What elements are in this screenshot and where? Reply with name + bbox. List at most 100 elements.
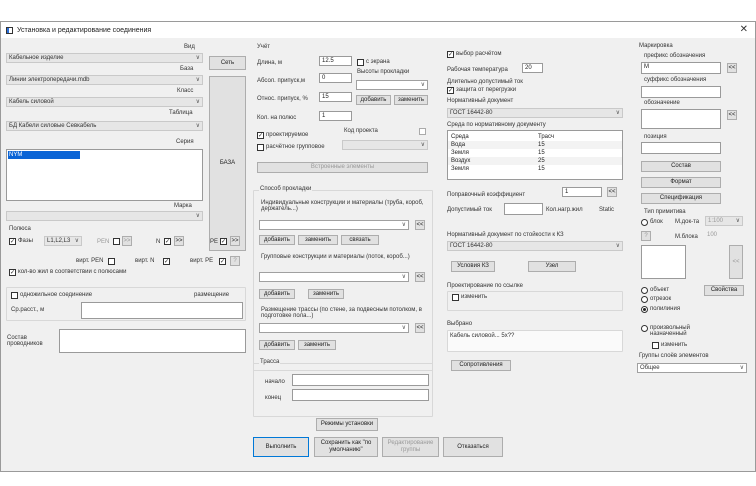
pen-checkbox[interactable]: [113, 238, 120, 245]
group-change-button[interactable]: заменить: [308, 289, 344, 299]
polyline-radio[interactable]: [641, 306, 648, 313]
embedded-elements-button[interactable]: Встроенные элементы: [257, 162, 428, 173]
proekt-checkbox[interactable]: ✓: [257, 132, 264, 139]
konec-input[interactable]: [292, 389, 429, 401]
sostav-button[interactable]: Состав: [641, 161, 721, 172]
suffix-label: суффикс обозначения: [644, 77, 707, 83]
layers-select[interactable]: Общее: [637, 363, 747, 373]
razm-change-button[interactable]: заменить: [298, 340, 336, 350]
virt-pe-checkbox[interactable]: ✓: [219, 258, 226, 265]
vysoty-select[interactable]: [356, 80, 428, 90]
virt-n-checkbox[interactable]: ✓: [163, 258, 170, 265]
abs-input[interactable]: 0: [319, 73, 352, 83]
group-add-button[interactable]: добавить: [259, 289, 295, 299]
usl-kz-button[interactable]: Условия КЗ: [451, 261, 495, 272]
rab-temp-input[interactable]: 20: [522, 63, 543, 73]
single-core-checkbox[interactable]: [11, 292, 18, 299]
preview-chevron-button[interactable]: <<: [729, 245, 743, 279]
kod-select[interactable]: [342, 140, 428, 150]
popr-input[interactable]: 1: [562, 187, 602, 197]
soprot-button[interactable]: Сопротивления: [451, 360, 511, 371]
indiv-select[interactable]: [259, 220, 409, 230]
vid-select[interactable]: Кабельное изделие: [6, 53, 203, 63]
close-icon[interactable]: ✕: [740, 24, 748, 35]
table-select[interactable]: БД Кабели силовые Севкабель: [6, 121, 203, 131]
n-checkbox[interactable]: ✓: [164, 238, 171, 245]
indiv-add-button[interactable]: добавить: [259, 235, 295, 245]
vysoty-change-button[interactable]: заменить: [394, 95, 428, 105]
m-doc-select[interactable]: 1:100: [705, 216, 743, 226]
vysoty-add-button[interactable]: добавить: [356, 95, 391, 105]
virt-pen-checkbox[interactable]: [108, 258, 115, 265]
kz-select[interactable]: ГОСТ 16442-80: [447, 241, 623, 251]
klass-select[interactable]: Кабель силовой: [6, 97, 203, 107]
table-row[interactable]: Вода 15: [448, 141, 622, 149]
baza-select[interactable]: Линии электропередачи.mdb: [6, 75, 203, 85]
oboz-chevron-button[interactable]: <<: [727, 110, 737, 120]
pe-checkbox[interactable]: ✓: [220, 238, 227, 245]
pe-button[interactable]: >>: [230, 236, 240, 246]
prefix-chevron-button[interactable]: <<: [727, 63, 737, 73]
env-table[interactable]: Среда Трасч Вода 15 Земля 15 Воздух 25 Земл…: [447, 130, 623, 180]
otrezok-radio[interactable]: [641, 296, 648, 303]
group-chevron-button[interactable]: <<: [415, 272, 425, 282]
table-row[interactable]: Земля 15: [448, 149, 622, 157]
proizv-radio[interactable]: [641, 325, 648, 332]
phases-select[interactable]: L1,L2,L3: [44, 236, 82, 246]
izmenit-checkbox[interactable]: [452, 294, 459, 301]
seriya-item-selected[interactable]: NYM: [8, 151, 80, 159]
edit-group-button[interactable]: Редактирование группы: [382, 437, 439, 457]
otn-label: Относ. припуск, %: [257, 96, 308, 102]
far-izmenit-checkbox[interactable]: [652, 342, 659, 349]
suffix-input[interactable]: [641, 86, 721, 98]
razm-add-button[interactable]: добавить: [259, 340, 295, 350]
virt-pe-button[interactable]: ?: [230, 256, 240, 266]
format-button[interactable]: Формат: [641, 177, 721, 188]
razm-select[interactable]: [259, 323, 409, 333]
table-row[interactable]: Земля 15: [448, 165, 622, 173]
phases-checkbox[interactable]: ✓: [9, 238, 16, 245]
save-default-button[interactable]: Сохранить как "по умолчанию": [314, 437, 378, 457]
placement-field[interactable]: [81, 302, 243, 319]
group-select[interactable]: [259, 272, 409, 282]
pen-button[interactable]: >>: [122, 236, 132, 246]
marka-field[interactable]: [6, 211, 203, 221]
norm-select[interactable]: ГОСТ 16442-80: [447, 108, 623, 118]
sostav-field[interactable]: [59, 329, 246, 353]
kol-input[interactable]: 1: [319, 111, 352, 121]
kol-nagr-label: Кол.нагр.жил: [546, 207, 583, 213]
dialog-window: Установка и редактирование соединения ✕ …: [0, 21, 756, 472]
nachalo-input[interactable]: [292, 374, 429, 386]
seriya-list[interactable]: NYM: [6, 149, 203, 201]
run-button[interactable]: Выполнить: [253, 437, 309, 457]
razm-chevron-button[interactable]: <<: [415, 323, 425, 333]
uzel-button[interactable]: Узел: [528, 261, 576, 272]
kolvo-checkbox[interactable]: ✓: [9, 269, 16, 276]
indiv-change-button[interactable]: заменить: [298, 235, 338, 245]
set-button[interactable]: Сеть: [209, 56, 246, 70]
blok-radio[interactable]: [641, 219, 648, 226]
obekt-radio[interactable]: [641, 287, 648, 294]
prefix-input[interactable]: М: [641, 62, 721, 74]
baza-button[interactable]: БАЗА: [209, 76, 246, 251]
indiv-link-button[interactable]: связать: [341, 235, 379, 245]
svoistva-button[interactable]: Свойства: [704, 285, 744, 296]
otn-input[interactable]: 15: [319, 92, 352, 102]
s-ekrana-checkbox[interactable]: [357, 59, 364, 66]
popr-chevron-button[interactable]: <<: [607, 187, 617, 197]
spec-button[interactable]: Спецификация: [641, 193, 721, 204]
oboz-input[interactable]: [641, 109, 721, 129]
n-button[interactable]: >>: [174, 236, 184, 246]
kod-checkbox[interactable]: [419, 128, 426, 135]
raschet-group-checkbox[interactable]: [257, 144, 264, 151]
vybor-checkbox[interactable]: ✓: [447, 51, 454, 58]
cancel-button[interactable]: Отказаться: [443, 437, 503, 457]
poz-input[interactable]: [641, 142, 721, 154]
q-button[interactable]: ?: [641, 231, 651, 241]
indiv-chevron-button[interactable]: <<: [415, 220, 425, 230]
modes-button[interactable]: Режимы установки: [316, 418, 378, 431]
zashita-checkbox[interactable]: ✓: [447, 87, 454, 94]
table-row[interactable]: Воздух 25: [448, 157, 622, 165]
dlina-input[interactable]: 12.5: [319, 56, 352, 66]
dop-tok-input[interactable]: [504, 203, 543, 215]
